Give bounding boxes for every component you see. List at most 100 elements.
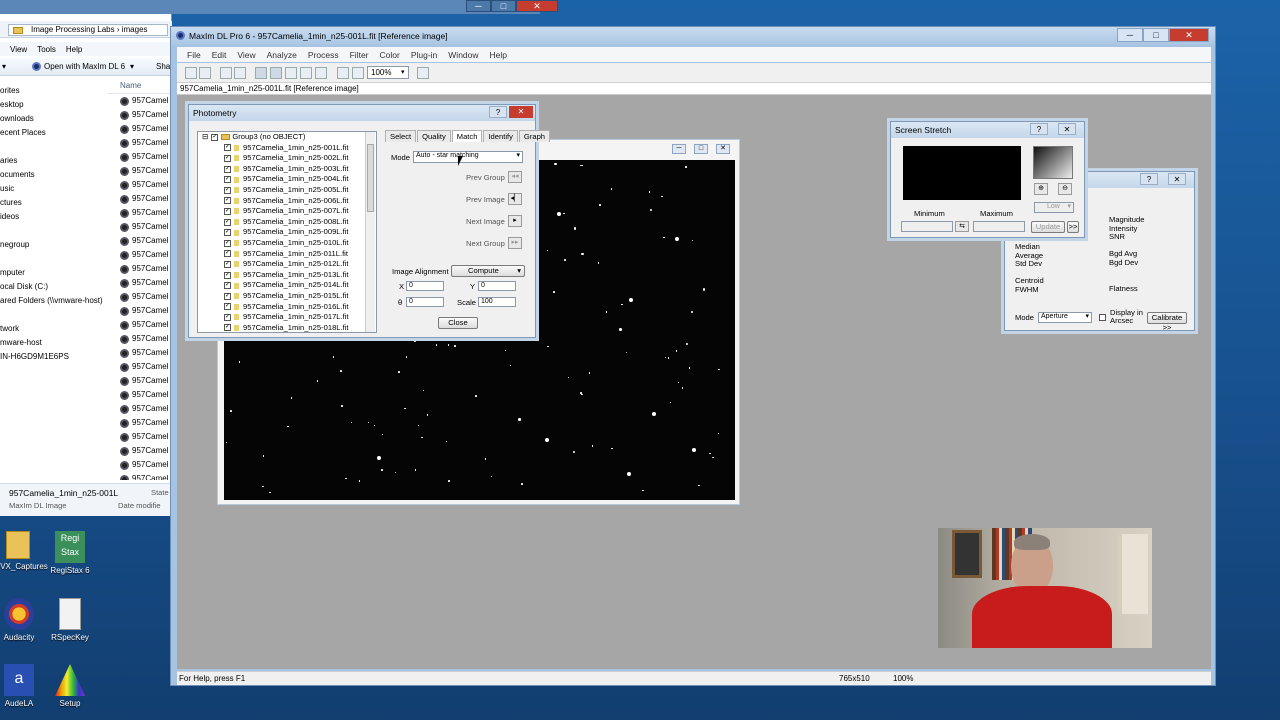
file-row[interactable]: 957Camel: [108, 276, 172, 290]
tab-select[interactable]: Select: [385, 130, 417, 142]
file-checkbox[interactable]: ✓: [224, 292, 231, 300]
scale-input[interactable]: 100: [478, 297, 516, 307]
file-row[interactable]: 957Camel: [108, 206, 172, 220]
file-checkbox[interactable]: ✓: [224, 324, 231, 332]
tree-scrollbar[interactable]: [365, 132, 375, 332]
tree-file-item[interactable]: ✓ 957Camelia_1min_n25-009L.fit: [198, 227, 376, 238]
file-checkbox[interactable]: ✓: [224, 207, 231, 215]
file-row[interactable]: 957Camel: [108, 304, 172, 318]
document-tab[interactable]: 957Camelia_1min_n25-001L.fit [Reference …: [177, 83, 1211, 95]
zoom-in-icon[interactable]: [337, 67, 349, 79]
file-row[interactable]: 957Camel: [108, 388, 172, 402]
zoom-out-icon[interactable]: [352, 67, 364, 79]
minimize-button[interactable]: ─: [466, 0, 491, 12]
file-row[interactable]: 957Camel: [108, 94, 172, 108]
file-row[interactable]: 957Camel: [108, 430, 172, 444]
file-row[interactable]: 957Camel: [108, 136, 172, 150]
link-icon[interactable]: ⇆: [955, 221, 969, 232]
file-checkbox[interactable]: ✓: [224, 176, 231, 184]
tab-identify[interactable]: Identify: [483, 130, 518, 142]
menu-filter[interactable]: Filter: [350, 50, 369, 60]
context-help-icon[interactable]: [417, 67, 429, 79]
x-offset-input[interactable]: 0: [406, 281, 444, 291]
nav-item[interactable]: [0, 308, 108, 322]
file-row[interactable]: 957Camel: [108, 178, 172, 192]
menu-view[interactable]: View: [10, 45, 27, 54]
help-button[interactable]: ?: [1140, 173, 1158, 185]
menu-help[interactable]: Help: [490, 50, 507, 60]
file-row[interactable]: 957Camel: [108, 458, 172, 472]
tree-file-item[interactable]: ✓ 957Camelia_1min_n25-012L.fit: [198, 259, 376, 270]
zoom-out-icon[interactable]: ⊖: [1058, 183, 1072, 195]
nav-item[interactable]: ownloads: [0, 112, 108, 126]
tree-file-item[interactable]: ✓ 957Camelia_1min_n25-011L.fit: [198, 249, 376, 260]
rewind-icon[interactable]: ◂◂: [508, 171, 522, 183]
file-checkbox[interactable]: ✓: [224, 250, 231, 258]
close-button[interactable]: ✕: [716, 144, 730, 154]
file-checkbox[interactable]: ✓: [224, 197, 231, 205]
menu-plug-in[interactable]: Plug-in: [411, 50, 437, 60]
menu-file[interactable]: File: [187, 50, 201, 60]
chevron-down-icon[interactable]: ▾: [2, 62, 6, 71]
close-button[interactable]: ✕: [509, 106, 533, 118]
breadcrumb[interactable]: Image Processing Labs › images: [8, 24, 168, 36]
tree-file-item[interactable]: ✓ 957Camelia_1min_n25-008L.fit: [198, 217, 376, 228]
file-checkbox[interactable]: ✓: [224, 154, 231, 162]
nav-item[interactable]: [0, 252, 108, 266]
nav-item[interactable]: orites: [0, 84, 108, 98]
file-checkbox[interactable]: ✓: [224, 271, 231, 279]
file-row[interactable]: 957Camel: [108, 234, 172, 248]
nav-item[interactable]: [0, 140, 108, 154]
desktop-icon-registax[interactable]: Regi Stax RegiStax 6: [46, 531, 94, 575]
rotation-input[interactable]: 0: [406, 297, 444, 307]
calibrate-button[interactable]: Calibrate >>: [1147, 312, 1187, 332]
nav-item[interactable]: negroup: [0, 238, 108, 252]
close-dialog-button[interactable]: Close: [438, 317, 478, 329]
stretch-type-select[interactable]: Low ▾: [1034, 202, 1074, 213]
file-row[interactable]: 957Camel: [108, 220, 172, 234]
file-checkbox[interactable]: ✓: [224, 239, 231, 247]
nav-item[interactable]: usic: [0, 182, 108, 196]
open-with-button[interactable]: Open with MaxIm DL 6: [44, 62, 125, 71]
y-offset-input[interactable]: 0: [478, 281, 516, 291]
nav-item[interactable]: ecent Places: [0, 126, 108, 140]
file-row[interactable]: 957Camel: [108, 402, 172, 416]
tree-file-item[interactable]: ✓ 957Camelia_1min_n25-018L.fit: [198, 323, 376, 332]
close-button[interactable]: ✕: [1058, 123, 1076, 135]
nav-item[interactable]: ared Folders (\\vmware-host): [0, 294, 108, 308]
pan-icon[interactable]: [285, 67, 297, 79]
file-row[interactable]: 957Camel: [108, 290, 172, 304]
select-icon[interactable]: [270, 67, 282, 79]
tree-file-item[interactable]: ✓ 957Camelia_1min_n25-005L.fit: [198, 185, 376, 196]
chevron-down-icon[interactable]: ▾: [401, 68, 405, 76]
maximize-button[interactable]: □: [1143, 28, 1169, 42]
file-row[interactable]: 957Camel: [108, 150, 172, 164]
file-checkbox[interactable]: ✓: [224, 303, 231, 311]
save-icon[interactable]: [199, 67, 211, 79]
close-button[interactable]: ✕: [1168, 173, 1186, 185]
file-row[interactable]: 957Camel: [108, 164, 172, 178]
breadcrumb-part[interactable]: images: [122, 25, 148, 34]
file-row[interactable]: 957Camel: [108, 108, 172, 122]
crop-icon[interactable]: [300, 67, 312, 79]
tree-file-item[interactable]: ✓ 957Camelia_1min_n25-002L.fit: [198, 153, 376, 164]
help-button[interactable]: ?: [1030, 123, 1048, 135]
minimize-button[interactable]: ─: [1117, 28, 1143, 42]
close-button[interactable]: ✕: [516, 0, 558, 12]
help-button[interactable]: ?: [489, 106, 507, 118]
address-bar[interactable]: Image Processing Labs › images: [0, 21, 172, 38]
scroll-thumb[interactable]: [367, 144, 374, 212]
close-button[interactable]: ✕: [1169, 28, 1209, 42]
collapse-icon[interactable]: ⊟: [202, 132, 208, 143]
maximize-button[interactable]: □: [491, 0, 516, 12]
tree-file-item[interactable]: ✓ 957Camelia_1min_n25-013L.fit: [198, 270, 376, 281]
desktop-icon-audacity[interactable]: Audacity: [0, 598, 43, 642]
menu-window[interactable]: Window: [448, 50, 478, 60]
info-icon[interactable]: [315, 67, 327, 79]
file-checkbox[interactable]: ✓: [224, 313, 231, 321]
tab-match[interactable]: Match: [451, 130, 483, 142]
menu-view[interactable]: View: [237, 50, 255, 60]
tree-file-item[interactable]: ✓ 957Camelia_1min_n25-007L.fit: [198, 206, 376, 217]
minimum-input[interactable]: [901, 221, 953, 232]
image-tree[interactable]: ⊟ ✓ Group3 (no OBJECT) ✓ 957Camelia_1min_…: [197, 131, 377, 333]
